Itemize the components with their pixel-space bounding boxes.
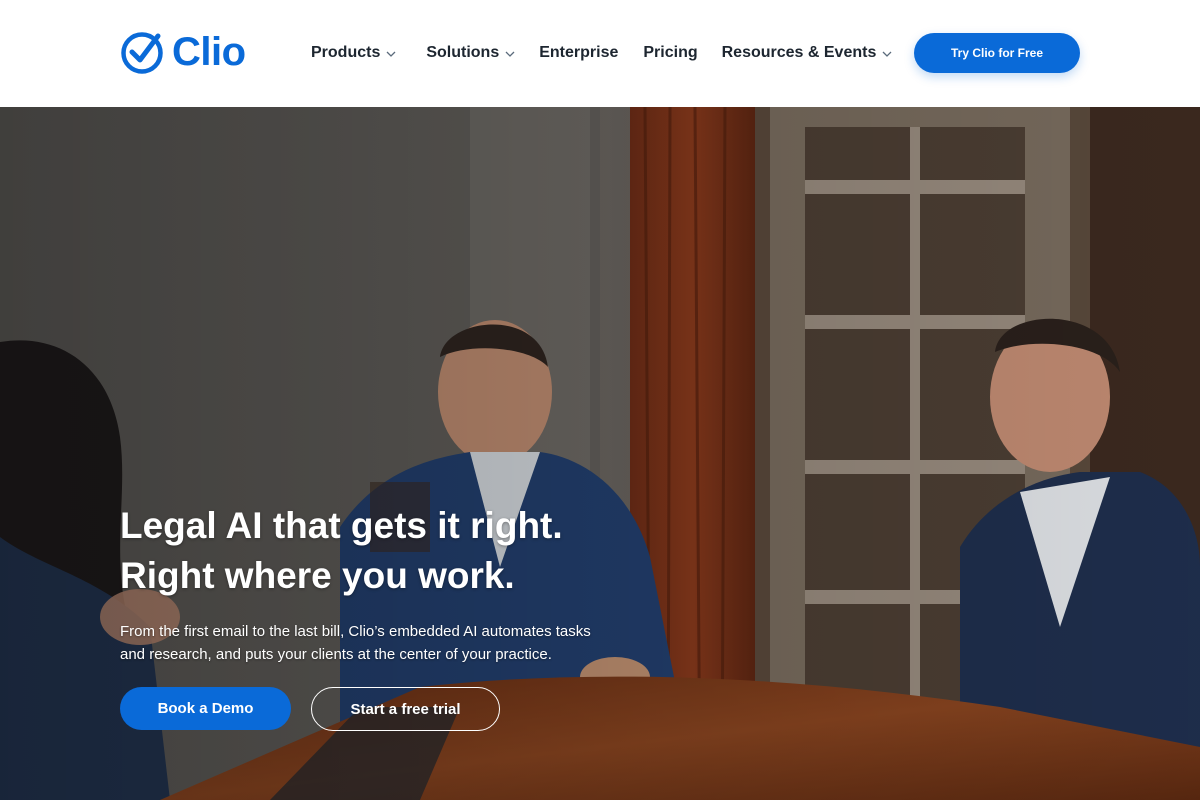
nav-item-label: Pricing bbox=[643, 44, 698, 61]
chevron-down-icon bbox=[882, 51, 892, 57]
site-header: Clio Products Solutions Enterprise Prici… bbox=[0, 0, 1200, 107]
chevron-down-icon bbox=[386, 51, 396, 57]
nav-item-products[interactable]: Products bbox=[311, 44, 396, 62]
nav-item-solutions[interactable]: Solutions bbox=[426, 44, 515, 62]
checkmark-circle-icon bbox=[121, 32, 163, 74]
nav-item-pricing[interactable]: Pricing bbox=[643, 44, 697, 62]
clio-logo[interactable]: Clio bbox=[120, 30, 246, 74]
hero-section: Legal AI that gets it right. Right where… bbox=[0, 107, 1200, 800]
book-demo-button[interactable]: Book a Demo bbox=[120, 687, 291, 730]
nav-item-enterprise[interactable]: Enterprise bbox=[539, 44, 618, 62]
nav-item-label: Resources & Events bbox=[721, 44, 877, 61]
logo-wordmark: Clio bbox=[172, 30, 246, 74]
nav-item-label: Solutions bbox=[426, 44, 500, 61]
start-free-trial-button[interactable]: Start a free trial bbox=[311, 687, 500, 731]
nav-item-label: Products bbox=[311, 44, 381, 61]
hero-subtext: From the first email to the last bill, C… bbox=[120, 623, 591, 663]
headline-line-2: Right where you work. bbox=[120, 555, 515, 596]
nav-item-label: Enterprise bbox=[539, 44, 619, 61]
try-clio-free-button[interactable]: Try Clio for Free bbox=[914, 33, 1080, 73]
headline-line-1: Legal AI that gets it right. bbox=[120, 505, 563, 546]
hero-headline: Legal AI that gets it right. Right where… bbox=[120, 501, 680, 601]
nav-item-resources-events[interactable]: Resources & Events bbox=[722, 44, 893, 62]
main-nav: Products Solutions Enterprise Pricing Re… bbox=[311, 41, 892, 65]
chevron-down-icon bbox=[505, 51, 515, 57]
